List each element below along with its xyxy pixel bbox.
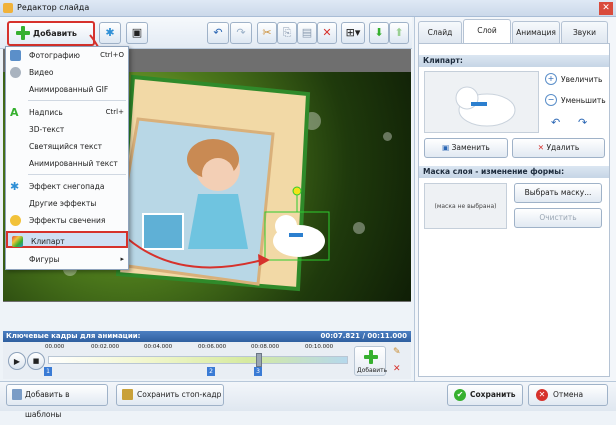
frame-icon <box>122 389 133 400</box>
replace-label: Заменить <box>451 143 490 152</box>
menu-label: Видео <box>29 68 54 77</box>
choose-mask-button[interactable]: Выбрать маску... <box>514 183 602 203</box>
menu-label: 3D-текст <box>29 125 65 134</box>
zoom-out-icon[interactable]: − <box>545 94 557 106</box>
tick-label: 00:02.000 <box>91 344 120 350</box>
close-window-button[interactable]: ✕ <box>599 2 613 15</box>
cancel-button[interactable]: ✕ Отмена <box>528 384 608 406</box>
menu-item-gif[interactable]: Анимированный GIF <box>6 81 128 98</box>
menu-item-photo[interactable]: Фотографию Ctrl+O <box>6 47 128 64</box>
menu-label: Анимированный текст <box>29 159 118 168</box>
mask-preview: (маска не выбрана) <box>424 183 507 229</box>
menu-label: Другие эффекты <box>29 199 97 208</box>
cancel-label: Отмена <box>553 390 584 399</box>
timeline-header: Ключевые кадры для анимации: 00:07.821 /… <box>3 331 411 342</box>
menu-item-shapes[interactable]: Фигуры ▸ <box>6 251 128 268</box>
delete-clipart-button[interactable]: ✕ Удалить <box>512 138 605 158</box>
menu-item-text[interactable]: A Надпись Ctrl+ <box>6 104 128 121</box>
keyframe-marker[interactable]: 3 <box>254 367 262 376</box>
add-layer-menu: Фотографию Ctrl+O Видео Анимированный GIF… <box>5 46 129 270</box>
keyframe-marker[interactable]: 1 <box>44 367 52 376</box>
stop-button[interactable]: ■ <box>27 352 45 370</box>
zoom-in-icon[interactable]: + <box>545 73 557 85</box>
tick-label: 00:08.000 <box>251 344 280 350</box>
mask-section-header: Маска слоя - изменение формы: <box>419 166 609 178</box>
playhead[interactable] <box>256 353 262 367</box>
menu-shortcut: Ctrl+ <box>105 108 124 116</box>
delete-icon: ✕ <box>537 143 545 152</box>
picture-icon: ▣ <box>442 143 450 152</box>
rotate-right-icon[interactable]: ↷ <box>578 116 590 129</box>
tick-label: 00.000 <box>45 344 65 350</box>
text-icon: A <box>10 106 19 119</box>
check-icon: ✔ <box>454 389 466 401</box>
edit-keyframe-icon[interactable]: ✎ <box>393 347 407 359</box>
timeline-title: Ключевые кадры для анимации: <box>6 332 141 340</box>
menu-item-3d-text[interactable]: 3D-текст <box>6 121 128 138</box>
tick-label: 00:06.000 <box>198 344 227 350</box>
menu-item-glow-text[interactable]: Светящийся текст <box>6 138 128 155</box>
tab-layer[interactable]: Слой <box>463 19 511 43</box>
tab-slide[interactable]: Слайд <box>418 21 462 43</box>
save-frame-label: Сохранить стоп-кадр <box>137 390 222 399</box>
tick-label: 00:10.000 <box>305 344 334 350</box>
tick-label: 00:04.000 <box>144 344 173 350</box>
menu-label: Эффект снегопада <box>29 182 105 191</box>
menu-item-snowfall[interactable]: ✱ Эффект снегопада <box>6 178 128 195</box>
delete-keyframe-icon[interactable]: ✕ <box>393 364 407 376</box>
save-label: Сохранить <box>470 390 516 399</box>
replace-clipart-button[interactable]: ▣ Заменить <box>424 138 508 158</box>
clipart-preview <box>424 71 539 133</box>
zoom-out-label[interactable]: Уменьшить <box>561 96 606 105</box>
clipart-section-header: Клипарт: <box>419 55 609 67</box>
app-icon <box>3 3 13 13</box>
menu-label: Эффекты свечения <box>29 216 106 225</box>
rotate-left-icon[interactable]: ↶ <box>551 116 563 129</box>
timeline-ruler: 00.000 00:02.000 00:04.000 00:06.000 00:… <box>45 344 350 354</box>
submenu-arrow-icon: ▸ <box>120 255 124 263</box>
add-to-templates-button[interactable]: Добавить в шаблоны <box>6 384 108 419</box>
window-title: Редактор слайда <box>17 3 90 12</box>
save-button[interactable]: ✔ Сохранить <box>447 384 523 406</box>
save-frame-button[interactable]: Сохранить стоп-кадр <box>116 384 224 406</box>
menu-label: Светящийся текст <box>29 142 102 151</box>
timeline-time: 00:07.821 / 00:11.000 <box>320 332 407 340</box>
menu-shortcut: Ctrl+O <box>100 51 124 59</box>
menu-label: Фигуры <box>29 255 60 264</box>
menu-label: Фотографию <box>29 51 80 60</box>
menu-item-video[interactable]: Видео <box>6 64 128 81</box>
zoom-in-label[interactable]: Увеличить <box>561 75 602 84</box>
timeline-track[interactable] <box>48 356 348 364</box>
title-bar: Редактор слайда ✕ <box>0 0 616 17</box>
bear-clipart-preview <box>455 86 516 127</box>
arrow-to-canvas <box>127 238 263 269</box>
menu-item-glow-effects[interactable]: Эффекты свечения <box>6 212 128 229</box>
menu-label: Надпись <box>29 108 63 117</box>
menu-item-clipart[interactable]: Клипарт <box>6 231 128 248</box>
keyframe-marker[interactable]: 2 <box>207 367 215 376</box>
arrow-head-2 <box>258 254 270 266</box>
clipart-icon <box>12 236 23 247</box>
add-keyframe-button[interactable]: Добавить <box>354 346 388 376</box>
delete-label: Удалить <box>546 143 580 152</box>
photo-icon <box>10 50 21 61</box>
menu-label: Анимированный GIF <box>29 85 109 94</box>
tab-animation[interactable]: Анимация <box>512 21 560 43</box>
add-keyframe-label: Добавить <box>357 367 388 374</box>
play-button[interactable]: ▶ <box>8 352 26 370</box>
menu-item-other-effects[interactable]: Другие эффекты <box>6 195 128 212</box>
menu-label: Клипарт <box>31 237 65 246</box>
cancel-icon: ✕ <box>536 389 548 401</box>
snowflake-icon: ✱ <box>10 180 20 193</box>
plus-icon <box>364 350 378 364</box>
tab-sounds[interactable]: Звуки <box>561 21 608 43</box>
video-reel-icon <box>10 67 21 78</box>
templates-label: Добавить в шаблоны <box>25 390 70 419</box>
template-icon <box>12 389 22 400</box>
menu-item-animated-text[interactable]: Анимированный текст <box>6 155 128 172</box>
clear-mask-button[interactable]: Очистить <box>514 208 602 228</box>
glow-icon <box>10 215 21 226</box>
